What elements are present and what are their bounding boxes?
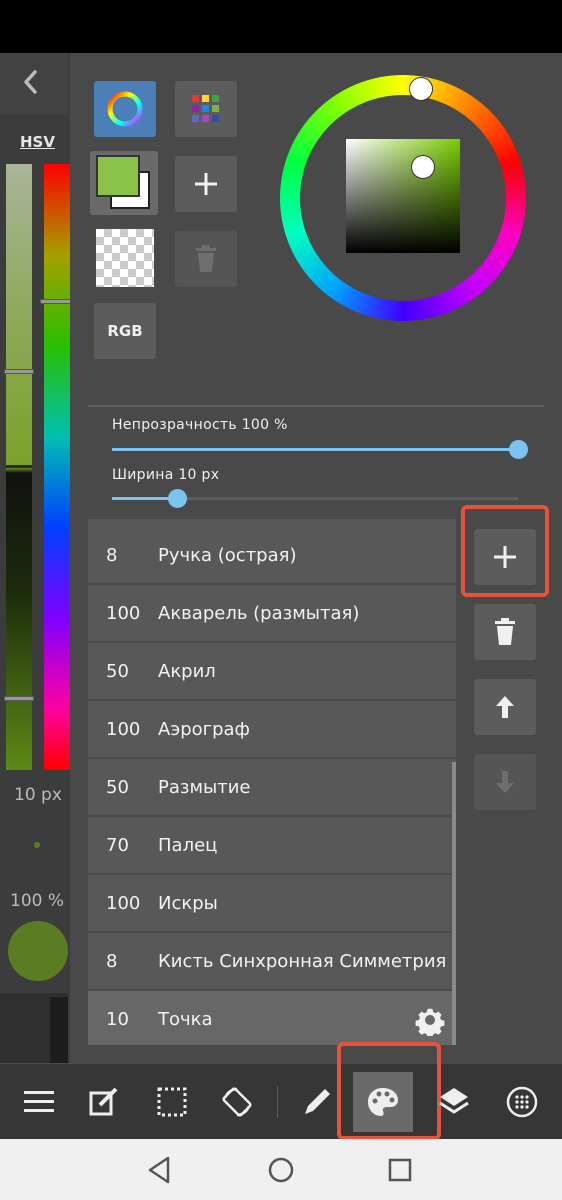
brush-name: Точка xyxy=(158,1008,213,1030)
hue-slider-handle[interactable] xyxy=(40,299,72,304)
brush-name: Искры xyxy=(158,892,218,914)
home-circle-icon[interactable] xyxy=(264,1153,298,1187)
brush-size: 10 xyxy=(106,1008,129,1030)
brush-name: Аэрограф xyxy=(158,718,250,740)
brush-list-scrollbar[interactable] xyxy=(452,762,456,1045)
width-label: Ширина 10 px xyxy=(112,467,220,483)
edit-button[interactable] xyxy=(74,1072,134,1132)
color-brush-panel: RGB Непрозрачность 100 % Ширина 10 px 8 Р… xyxy=(70,53,562,1063)
opacity-slider[interactable] xyxy=(112,440,528,459)
color-wheel-icon xyxy=(107,91,143,127)
collapse-chevron-icon[interactable] xyxy=(16,67,46,97)
menu-icon xyxy=(24,1091,54,1112)
palette-grid-button[interactable] xyxy=(175,81,237,137)
opacity-label: Непрозрачность 100 % xyxy=(112,417,288,433)
brush-name: Палец xyxy=(158,834,218,856)
opacity-readout: 100 % xyxy=(10,891,65,911)
pen-icon xyxy=(305,1089,330,1114)
brush-size: 50 xyxy=(106,776,129,798)
add-brush-highlight xyxy=(461,505,549,597)
move-brush-down-button[interactable] xyxy=(474,754,536,810)
sv-slider-handle[interactable] xyxy=(4,369,34,374)
sv-square-picker[interactable] xyxy=(411,155,435,179)
transparent-color-swatch[interactable] xyxy=(96,229,154,287)
brush-row[interactable]: 100 Акварель (размытая) xyxy=(88,585,456,643)
brush-row[interactable]: 70 Палец xyxy=(88,817,456,875)
rgb-label: RGB xyxy=(107,322,143,340)
material-button[interactable] xyxy=(492,1072,552,1132)
brush-row[interactable]: 100 Искры xyxy=(88,875,456,933)
hue-slider[interactable] xyxy=(40,164,72,770)
width-slider[interactable] xyxy=(112,489,518,508)
saturation-value-square[interactable] xyxy=(346,139,460,253)
brush-row[interactable]: 50 Акрил xyxy=(88,643,456,701)
brush-size: 100 xyxy=(106,718,141,740)
toolbar-separator xyxy=(277,1086,278,1118)
opacity-slider-fill xyxy=(112,448,518,451)
status-bar xyxy=(0,0,562,53)
recents-square-icon[interactable] xyxy=(383,1153,417,1187)
brush-settings-gear-icon[interactable] xyxy=(414,1004,446,1036)
color-swatch-pair[interactable] xyxy=(90,151,158,215)
brush-row[interactable]: 100 Аэрограф xyxy=(88,701,456,759)
left-color-panel: HSV 10 px 100 % xyxy=(0,53,72,1063)
brush-name: Ручка (острая) xyxy=(158,544,297,566)
brush-name: Кисть Синхронная Симметрия xyxy=(158,950,447,972)
left-panel-header xyxy=(0,53,68,115)
rotate-canvas-button[interactable] xyxy=(207,1072,267,1132)
brush-row[interactable]: 50 Размытие xyxy=(88,759,456,817)
rgb-mode-button[interactable]: RGB xyxy=(94,303,156,359)
rotate-icon xyxy=(222,1087,252,1117)
brush-list[interactable]: 8 Ручка (острая) 100 Акварель (размытая) 50 А… xyxy=(88,519,456,1045)
system-nav-bar xyxy=(0,1139,562,1200)
primary-color-swatch[interactable] xyxy=(96,155,140,197)
hue-ring-picker[interactable] xyxy=(409,77,433,101)
brush-row[interactable]: 8 Кисть Синхронная Симметрия xyxy=(88,933,456,991)
brush-size-preview xyxy=(34,842,40,848)
selection-button[interactable] xyxy=(142,1072,202,1132)
section-divider xyxy=(88,405,544,407)
brush-list-top-edge xyxy=(88,519,456,527)
palette-grid-icon xyxy=(192,95,219,122)
arrow-up-icon xyxy=(496,696,514,718)
bottom-toolbar xyxy=(0,1042,562,1140)
brush-name: Размытие xyxy=(158,776,251,798)
brush-name: Акрил xyxy=(158,660,216,682)
color-wheel-mode-button[interactable] xyxy=(94,81,156,137)
edit-icon xyxy=(89,1087,118,1116)
arrow-down-icon xyxy=(496,771,514,793)
move-brush-up-button[interactable] xyxy=(474,679,536,735)
layers-button[interactable] xyxy=(424,1072,484,1132)
brush-size: 50 xyxy=(106,660,129,682)
brush-size: 100 xyxy=(106,602,141,624)
brush-row[interactable]: 10 Точка xyxy=(88,991,456,1045)
opacity-slider-thumb[interactable] xyxy=(509,440,528,459)
material-icon xyxy=(506,1086,538,1118)
color-mode-label[interactable]: HSV xyxy=(20,133,55,151)
add-color-button[interactable] xyxy=(175,156,237,212)
width-slider-thumb[interactable] xyxy=(167,489,187,508)
layers-icon xyxy=(439,1088,469,1114)
trash-icon xyxy=(495,618,515,645)
brush-row[interactable]: 8 Ручка (острая) xyxy=(88,527,456,585)
brush-name: Акварель (размытая) xyxy=(158,602,360,624)
brush-size: 70 xyxy=(106,834,129,856)
trash-icon xyxy=(196,245,216,272)
selection-icon xyxy=(157,1087,187,1117)
menu-button[interactable] xyxy=(9,1072,69,1132)
delete-brush-button[interactable] xyxy=(474,604,536,660)
brush-size: 8 xyxy=(106,950,118,972)
saturation-value-slider[interactable] xyxy=(4,164,34,770)
brush-size: 8 xyxy=(106,544,118,566)
back-triangle-icon[interactable] xyxy=(144,1153,178,1187)
current-color-preview[interactable] xyxy=(8,921,68,981)
brush-size: 100 xyxy=(106,892,141,914)
plus-icon xyxy=(195,173,217,195)
left-panel-footer xyxy=(0,993,68,1063)
brush-size-readout: 10 px xyxy=(14,785,62,805)
sv-slider-handle-2[interactable] xyxy=(4,696,34,701)
delete-color-button[interactable] xyxy=(175,231,237,287)
